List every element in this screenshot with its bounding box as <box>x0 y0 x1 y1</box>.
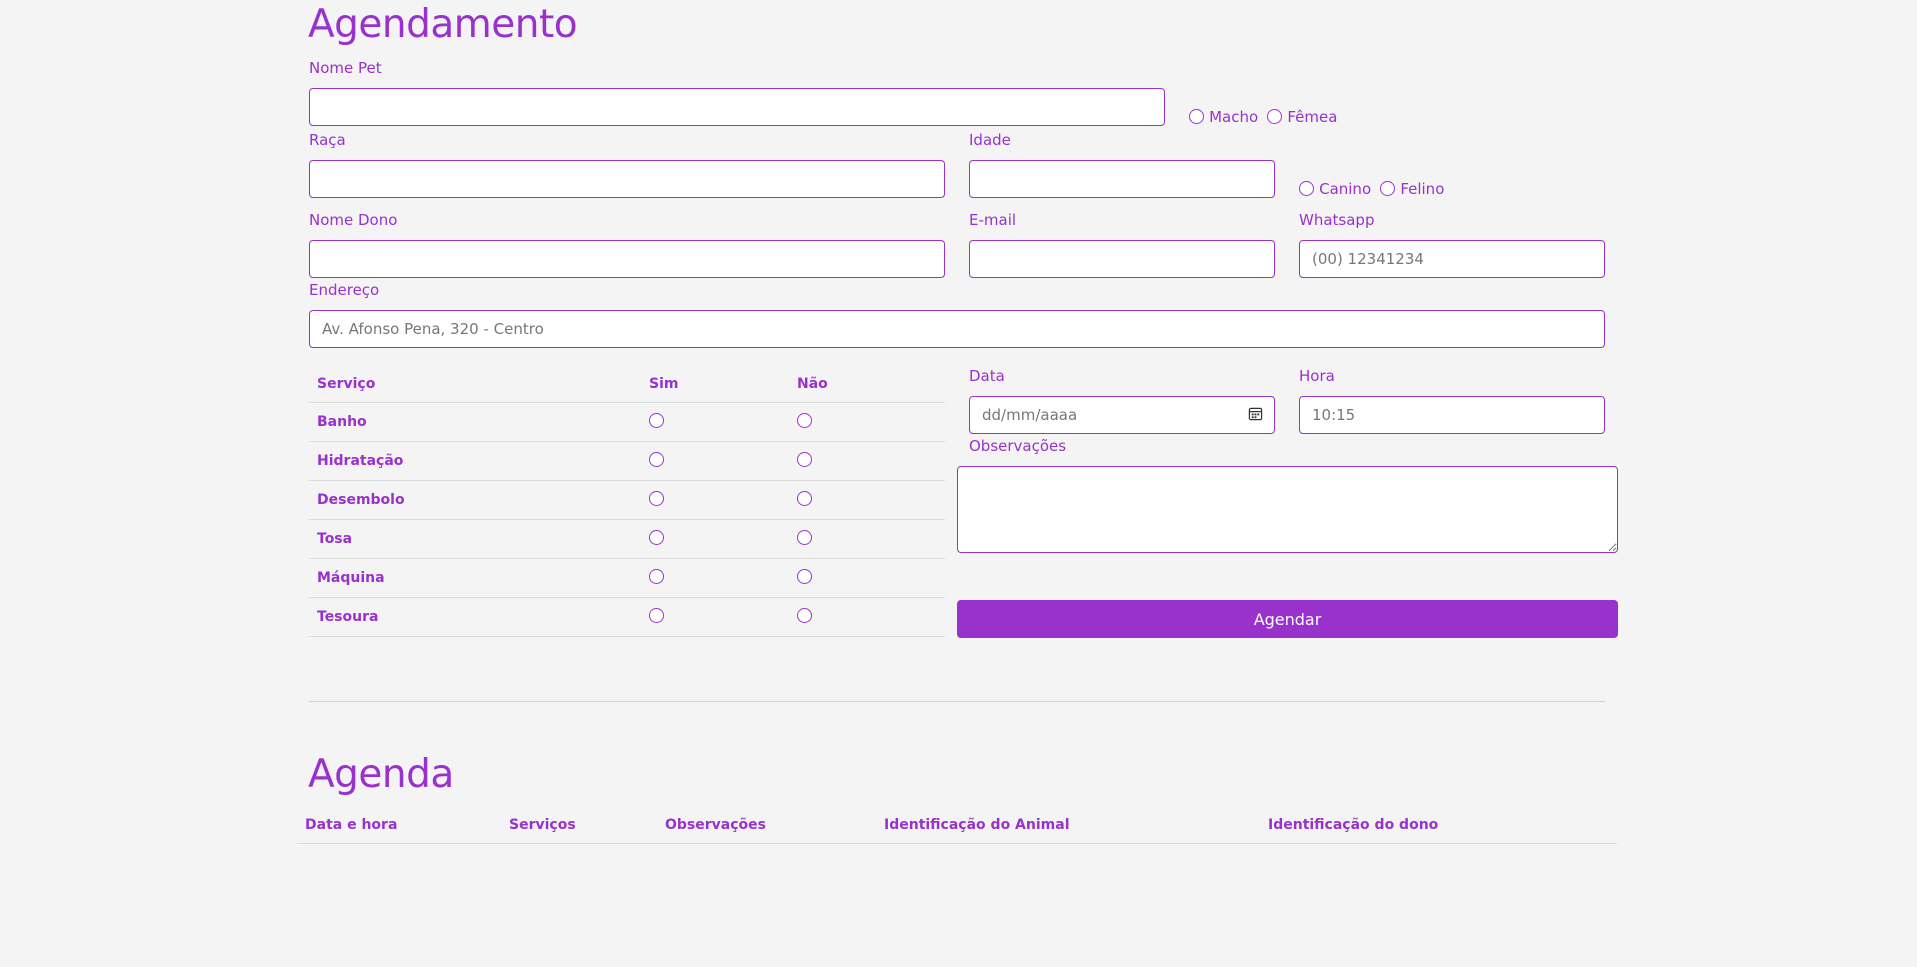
address-label: Endereço <box>309 281 380 299</box>
calendar-icon[interactable] <box>1248 406 1263 421</box>
service-yes-radio[interactable] <box>649 413 664 428</box>
service-row: Tosa <box>309 519 945 559</box>
service-name: Máquina <box>309 558 641 598</box>
breed-label: Raça <box>309 131 346 149</box>
species-radio-group: Canino Felino <box>1299 179 1448 198</box>
agenda-col-owner: Identificação do dono <box>1268 816 1439 833</box>
agenda-col-services: Serviços <box>509 816 576 833</box>
service-no-radio[interactable] <box>797 608 812 623</box>
notes-label: Observações <box>969 437 1067 455</box>
agenda-col-animal: Identificação do Animal <box>884 816 1070 833</box>
age-label: Idade <box>969 131 1011 149</box>
service-yes-radio[interactable] <box>649 530 664 545</box>
agenda-header-row: Data e hora Serviços Observações Identif… <box>297 807 1617 843</box>
service-yes-radio[interactable] <box>649 569 664 584</box>
age-input[interactable] <box>969 160 1275 198</box>
whatsapp-label: Whatsapp <box>1299 211 1375 229</box>
form-title: Agendamento <box>308 2 578 47</box>
email-input[interactable] <box>969 240 1275 278</box>
email-label: E-mail <box>969 211 1017 229</box>
sex-male-label: Macho <box>1209 108 1259 126</box>
sex-radio-group: Macho Fêmea <box>1189 107 1341 126</box>
services-header-row: Serviço Sim Não <box>309 367 945 403</box>
service-no-radio[interactable] <box>797 413 812 428</box>
owner-name-label: Nome Dono <box>309 211 398 229</box>
section-divider <box>309 701 1605 702</box>
schedule-button[interactable]: Agendar <box>957 600 1618 638</box>
service-no-radio[interactable] <box>797 569 812 584</box>
agenda-col-datetime: Data e hora <box>305 816 398 833</box>
service-yes-radio[interactable] <box>649 452 664 467</box>
services-col-yes: Sim <box>641 367 789 403</box>
agenda-title: Agenda <box>308 752 454 797</box>
service-no-radio[interactable] <box>797 530 812 545</box>
service-row: Desembolo <box>309 480 945 520</box>
pet-name-input[interactable] <box>309 88 1165 126</box>
service-row: Banho <box>309 402 945 442</box>
sex-female-radio[interactable] <box>1267 109 1283 124</box>
service-no-radio[interactable] <box>797 491 812 506</box>
service-name: Desembolo <box>309 480 641 520</box>
service-yes-radio[interactable] <box>649 608 664 623</box>
service-name: Tosa <box>309 519 641 559</box>
species-feline-label: Felino <box>1400 180 1445 198</box>
species-canine-radio[interactable] <box>1299 181 1314 196</box>
species-feline-radio[interactable] <box>1380 181 1396 196</box>
service-yes-radio[interactable] <box>649 491 664 506</box>
service-name: Tesoura <box>309 597 641 637</box>
date-field <box>969 396 1275 434</box>
notes-textarea[interactable] <box>957 466 1618 553</box>
agenda-table: Data e hora Serviços Observações Identif… <box>297 807 1617 844</box>
pet-name-label: Nome Pet <box>309 59 382 77</box>
service-row: Máquina <box>309 558 945 598</box>
service-row: Hidratação <box>309 441 945 481</box>
whatsapp-input[interactable] <box>1299 240 1605 278</box>
agenda-col-notes: Observações <box>665 816 766 833</box>
sex-female-label: Fêmea <box>1287 108 1338 126</box>
services-col-no: Não <box>789 367 945 403</box>
date-input[interactable] <box>969 396 1275 434</box>
service-row: Tesoura <box>309 597 945 637</box>
date-label: Data <box>969 367 1005 385</box>
breed-input[interactable] <box>309 160 945 198</box>
sex-male-radio[interactable] <box>1189 109 1204 124</box>
owner-name-input[interactable] <box>309 240 945 278</box>
service-no-radio[interactable] <box>797 452 812 467</box>
service-name: Hidratação <box>309 441 641 481</box>
time-label: Hora <box>1299 367 1335 385</box>
service-name: Banho <box>309 402 641 442</box>
services-col-service: Serviço <box>309 367 641 403</box>
services-table: Serviço Sim Não Banho Hidratação Desembo… <box>309 367 945 637</box>
time-input[interactable] <box>1299 396 1605 434</box>
address-input[interactable] <box>309 310 1605 348</box>
species-canine-label: Canino <box>1319 180 1372 198</box>
